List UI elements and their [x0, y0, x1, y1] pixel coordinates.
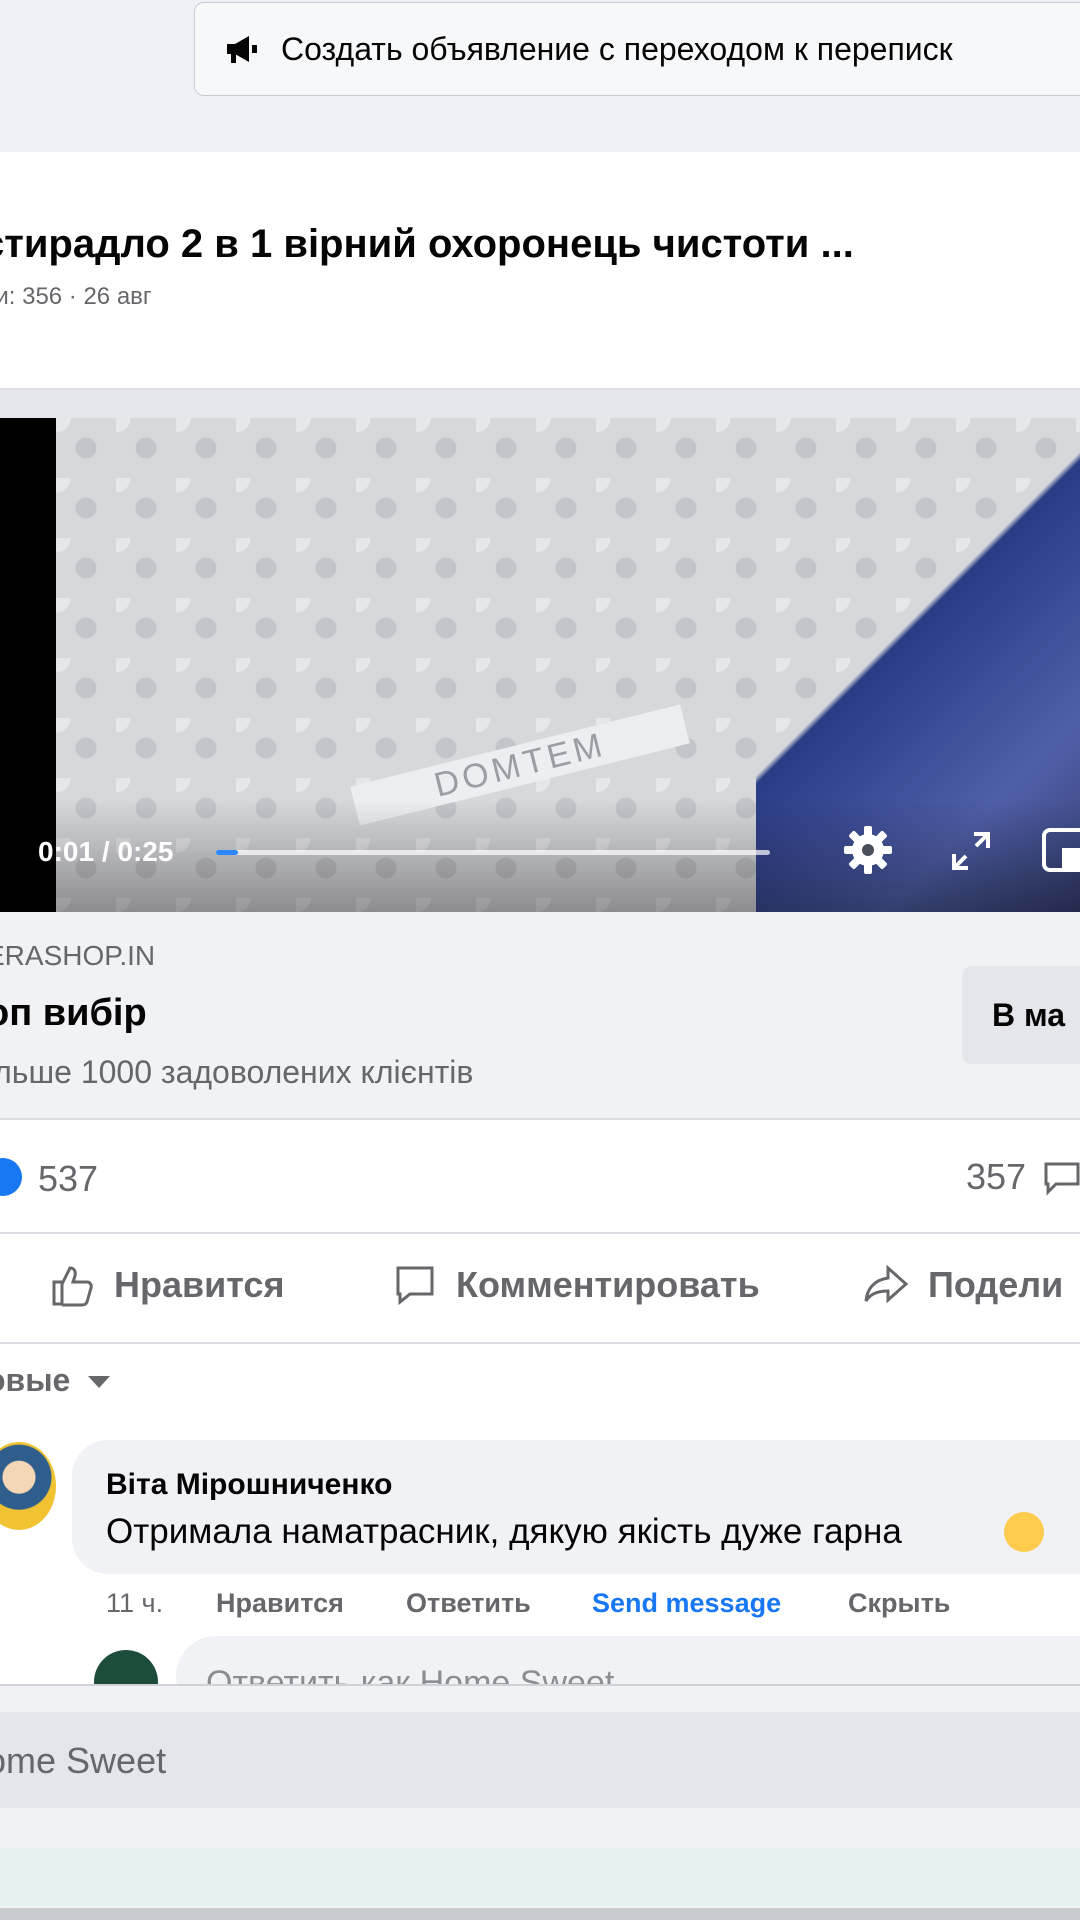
comment-sort-dropdown[interactable]: овые	[0, 1362, 114, 1399]
comment-time[interactable]: 11 ч.	[106, 1588, 163, 1619]
like-count[interactable]: 537	[38, 1158, 98, 1200]
reaction-stats	[0, 1120, 1080, 1232]
comment-bubble-icon	[1044, 1162, 1080, 1196]
bottom-banner	[0, 1848, 1080, 1906]
smiling-hug-emoji-icon	[1004, 1512, 1044, 1552]
comment-icon	[396, 1266, 434, 1306]
comment-reply-link[interactable]: Ответить	[406, 1588, 531, 1619]
composer-placeholder: ome Sweet	[0, 1740, 167, 1781]
video-progress-track[interactable]	[216, 850, 770, 855]
link-domain: ERASHOP.IN	[0, 940, 156, 971]
like-label: Нравится	[114, 1264, 285, 1305]
settings-gear-icon[interactable]	[842, 824, 894, 876]
create-ad-label: Создать объявление с переходом к перепис…	[281, 30, 953, 67]
fullscreen-icon[interactable]	[950, 830, 992, 872]
share-button[interactable]: Подели	[862, 1262, 1063, 1308]
video-time: 0:01 / 0:25	[38, 836, 174, 867]
comment-author[interactable]: Віта Мірошниченко	[106, 1468, 392, 1502]
link-description: ільше 1000 задоволених клієнтів	[0, 1054, 474, 1090]
create-ad-button[interactable]: Создать объявление с переходом к перепис…	[194, 2, 1080, 96]
link-title[interactable]: оп вибір	[0, 992, 147, 1035]
megaphone-icon	[227, 36, 257, 63]
picture-in-picture-icon[interactable]	[1040, 826, 1080, 874]
hide-comment-link[interactable]: Скрыть	[848, 1588, 950, 1619]
comment-button[interactable]: Комментировать	[392, 1262, 760, 1308]
sort-label: овые	[0, 1362, 71, 1398]
comment-text: Отримала наматрасник, дякую якість дуже …	[106, 1512, 902, 1551]
comment-like-link[interactable]: Нравится	[216, 1588, 344, 1619]
bottom-edge	[0, 1908, 1080, 1920]
comment-bubble	[72, 1440, 1080, 1574]
comment-count[interactable]: 357	[966, 1156, 1026, 1198]
share-label: Подели	[928, 1264, 1064, 1305]
post-header	[0, 152, 1080, 390]
thumbs-up-icon	[52, 1266, 93, 1307]
post-meta: ои: 356 · 26 авг	[0, 283, 152, 310]
comment-label: Комментировать	[456, 1264, 760, 1305]
video-progress-fill	[216, 850, 238, 855]
shop-now-button[interactable]: В ма	[962, 966, 1080, 1064]
caret-down-icon	[88, 1375, 111, 1388]
send-message-link[interactable]: Send message	[592, 1588, 781, 1619]
divider	[0, 388, 1080, 390]
divider	[0, 1684, 1080, 1686]
like-button[interactable]: Нравится	[50, 1262, 284, 1308]
post-title[interactable]: стирадло 2 в 1 вірний охоронець чистоти …	[0, 222, 854, 267]
share-icon	[864, 1264, 909, 1304]
